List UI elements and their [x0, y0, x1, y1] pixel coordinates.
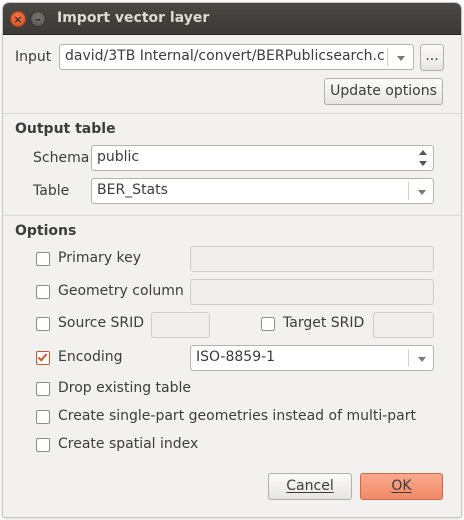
input-combo[interactable]: david/3TB Internal/convert/BERPublicsear…	[59, 44, 414, 70]
single-part-checkbox[interactable]	[36, 410, 50, 424]
drop-table-checkbox[interactable]	[36, 382, 50, 396]
table-value: BER_Stats	[97, 182, 168, 198]
browse-button[interactable]: ...	[420, 44, 444, 71]
schema-combo[interactable]: public	[91, 145, 434, 171]
target-srid-checkbox[interactable]	[261, 317, 275, 331]
title-bar[interactable]: × – Import vector layer	[3, 3, 461, 35]
geometry-column-field[interactable]	[190, 279, 434, 305]
input-label: Input	[15, 49, 52, 65]
spatial-index-label: Create spatial index	[58, 436, 199, 452]
ok-button-label: OK	[391, 478, 412, 494]
target-srid-label: Target SRID	[283, 315, 365, 331]
primary-key-checkbox[interactable]	[36, 252, 50, 266]
input-value: david/3TB Internal/convert/BERPublicsear…	[65, 48, 385, 64]
cancel-button-label: Cancel	[286, 478, 334, 494]
output-table-heading: Output table	[15, 121, 116, 137]
primary-key-label: Primary key	[58, 250, 142, 266]
chevron-down-icon	[418, 357, 426, 362]
ok-button[interactable]: OK	[360, 473, 443, 500]
chevron-down-icon	[397, 56, 405, 61]
divider	[3, 215, 461, 216]
spatial-index-checkbox[interactable]	[36, 438, 50, 452]
geometry-column-checkbox[interactable]	[36, 285, 50, 299]
close-icon[interactable]: ×	[10, 11, 26, 27]
drop-table-label: Drop existing table	[58, 380, 192, 396]
encoding-checkbox[interactable]	[36, 351, 50, 365]
source-srid-checkbox[interactable]	[36, 317, 50, 331]
encoding-value: ISO-8859-1	[196, 349, 276, 365]
encoding-label: Encoding	[58, 349, 123, 365]
cancel-button[interactable]: Cancel	[268, 473, 352, 500]
options-heading: Options	[15, 223, 77, 239]
source-srid-label: Source SRID	[58, 315, 145, 331]
divider	[3, 113, 461, 114]
table-label: Table	[33, 183, 70, 199]
target-srid-field[interactable]	[373, 312, 434, 338]
check-icon	[37, 351, 48, 362]
single-part-label: Create single-part geometries instead of…	[58, 408, 416, 424]
encoding-combo[interactable]: ISO-8859-1	[190, 345, 434, 371]
schema-value: public	[97, 149, 140, 165]
chevron-down-icon	[418, 190, 426, 195]
schema-label: Schema	[33, 150, 90, 166]
import-vector-layer-dialog: × – Import vector layer Input david/3TB …	[3, 3, 461, 517]
window-title: Import vector layer	[57, 10, 210, 26]
primary-key-field[interactable]	[190, 246, 434, 272]
minimize-icon[interactable]: –	[30, 11, 46, 27]
spin-arrows-icon	[419, 150, 427, 166]
source-srid-field[interactable]	[151, 312, 210, 338]
geometry-column-label: Geometry column	[58, 283, 184, 299]
table-combo[interactable]: BER_Stats	[91, 178, 434, 204]
update-options-button[interactable]: Update options	[324, 78, 443, 105]
